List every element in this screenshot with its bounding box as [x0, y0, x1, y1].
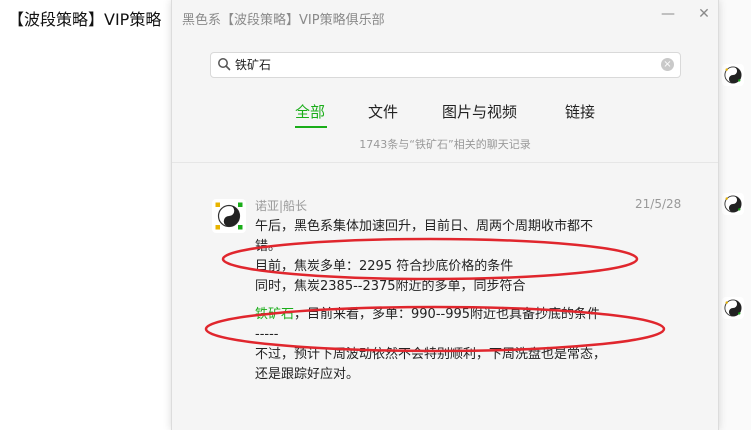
result-count: 1743条与“铁矿石”相关的聊天记录: [359, 138, 531, 151]
message-line: 不过，预计下周波动依然不会特别顺利，下周洗盘也是常态，还是跟踪好应对。: [255, 347, 607, 382]
tab-images-videos[interactable]: 图片与视频: [442, 101, 517, 122]
yin-yang-avatar-icon[interactable]: [722, 297, 744, 319]
search-input[interactable]: [235, 55, 655, 73]
search-icon: [218, 58, 231, 71]
minimize-icon[interactable]: —: [659, 5, 677, 23]
message-line: 铁矿石，目前来看，多单：990--995附近也具备抄底的条件: [255, 305, 615, 325]
message-date: 21/5/28: [635, 197, 682, 211]
active-tab-indicator: [295, 126, 327, 128]
search-keyword-highlight: 铁矿石: [255, 307, 295, 322]
tab-links[interactable]: 链接: [565, 101, 595, 122]
message-line: 同时，焦炭2385--2375附近的多单，同步符合: [255, 279, 526, 294]
chat-title: 【波段策略】VIP策略: [8, 10, 162, 29]
clear-icon[interactable]: ×: [661, 58, 674, 71]
message-line: 午后，黑色系集体加速回升，目前日、周两个周期收市都不错。: [255, 219, 594, 254]
yin-yang-avatar-icon[interactable]: [722, 193, 744, 215]
message-body[interactable]: 午后，黑色系集体加速回升，目前日、周两个周期收市都不错。 目前，焦炭多单：229…: [255, 217, 615, 385]
message-line-text: ，目前来看，多单：990--995附近也具备抄底的条件: [294, 307, 601, 322]
divider: [172, 162, 718, 163]
dialog-title: 黑色系【波段策略】VIP策略俱乐部: [182, 13, 385, 28]
result-tabs: 全部 文件 图片与视频 链接: [172, 101, 718, 125]
tab-all[interactable]: 全部: [295, 101, 325, 122]
yin-yang-avatar-icon[interactable]: [722, 64, 744, 86]
close-icon[interactable]: ✕: [695, 5, 713, 23]
message-sender: 诺亚|船长: [255, 199, 308, 213]
yin-yang-avatar-icon[interactable]: [212, 199, 246, 233]
tab-files[interactable]: 文件: [368, 101, 398, 122]
message-line: -----: [255, 327, 279, 342]
message-line: 目前，焦炭多单：2295 符合抄底价格的条件: [255, 259, 514, 274]
search-box[interactable]: ×: [210, 52, 681, 78]
chat-history-search-dialog: 黑色系【波段策略】VIP策略俱乐部 — ✕ × 全部 文件 图片与视频 链接 1…: [171, 0, 719, 430]
